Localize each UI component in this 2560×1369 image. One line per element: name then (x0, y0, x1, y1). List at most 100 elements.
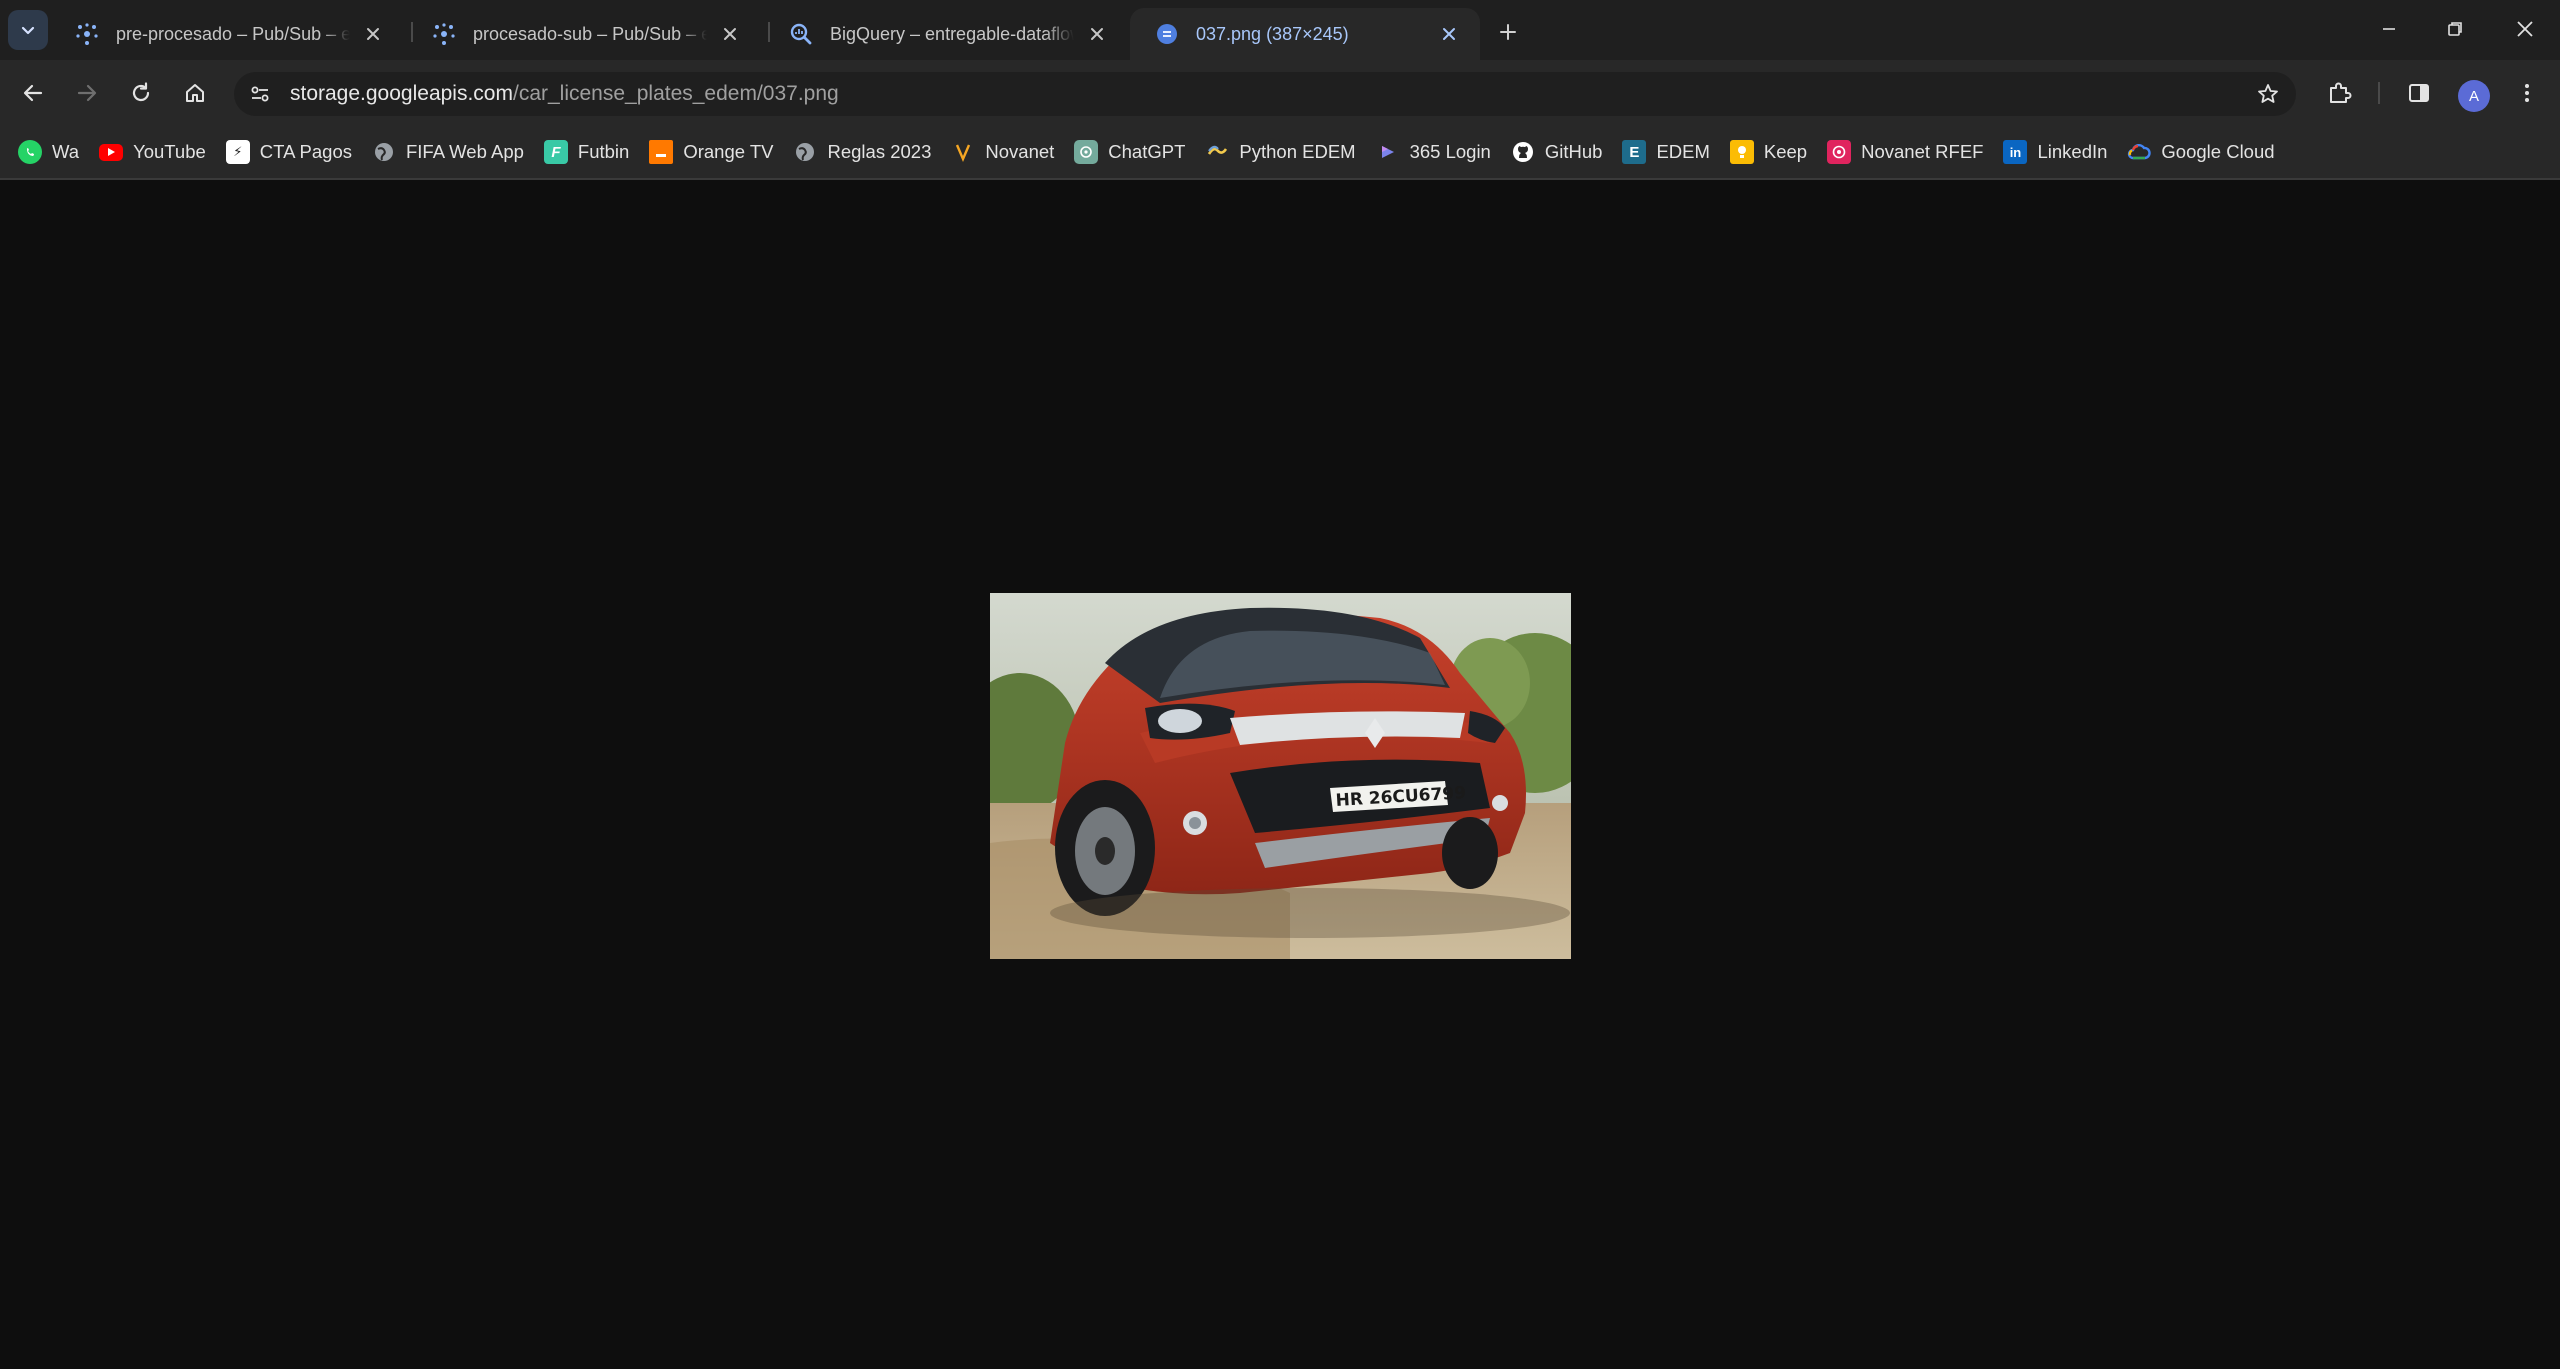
bookmark-reglas-2023[interactable]: Reglas 2023 (791, 132, 941, 172)
close-icon[interactable] (1084, 21, 1110, 47)
pubsub-icon (431, 21, 457, 47)
pubsub-icon (74, 21, 100, 47)
bookmark-novanet-rfef[interactable]: Novanet RFEF (1825, 132, 1993, 172)
bookmark-label: Python EDEM (1239, 141, 1356, 162)
star-icon (2258, 84, 2278, 103)
github-icon (1511, 140, 1535, 164)
python-icon (1205, 140, 1229, 164)
chatgpt-icon (1074, 140, 1099, 164)
restore-icon (2448, 22, 2462, 36)
bookmark-youtube[interactable]: YouTube (97, 132, 216, 172)
rfef-icon (1827, 140, 1852, 164)
new-tab-button[interactable] (1490, 14, 1526, 50)
restore-button[interactable] (2420, 0, 2490, 58)
car-photo: HR 26CU6799 (990, 593, 1571, 959)
bookmark-label: Novanet (985, 141, 1055, 162)
keep-icon (1729, 140, 1754, 164)
office365-icon (1376, 140, 1400, 164)
bookmark-edem[interactable]: E EDEM (1620, 132, 1719, 172)
bookmark-wa[interactable]: Wa (16, 132, 89, 172)
bookmark-futbin[interactable]: F Futbin (542, 132, 639, 172)
tab-037-png[interactable]: 037.png (387×245) (1130, 8, 1480, 60)
minimize-icon (2383, 28, 2395, 30)
toolbar-divider (2378, 82, 2380, 104)
menu-button[interactable] (2506, 72, 2548, 114)
minimize-button[interactable] (2354, 0, 2424, 58)
url-text[interactable]: storage.googleapis.com/car_license_plate… (290, 82, 839, 106)
side-panel-icon (2409, 84, 2429, 102)
close-icon[interactable] (360, 21, 386, 47)
url-path: /car_license_plates_edem/037.png (512, 82, 839, 105)
bookmark-orange-tv[interactable]: Orange TV (647, 132, 783, 172)
orange-icon (649, 140, 674, 164)
edem-icon: E (1622, 140, 1647, 164)
bookmark-fifa-web-app[interactable]: FIFA Web App (370, 132, 534, 172)
bookmark-label: GitHub (1544, 141, 1603, 162)
bookmark-label: YouTube (133, 141, 206, 162)
cta-icon: ⚡ (225, 140, 250, 164)
arrow-right-icon (77, 84, 97, 102)
bookmark-google-cloud[interactable]: Google Cloud (2125, 132, 2284, 172)
bookmark-label: Google Cloud (2161, 141, 2275, 162)
toolbar: storage.googleapis.com/car_license_plate… (0, 60, 2560, 126)
bookmark-label: Reglas 2023 (827, 141, 932, 162)
tab-title: procesado-sub – Pub/Sub – entregable-dat… (473, 23, 707, 44)
tab-search-button[interactable] (8, 10, 48, 50)
youtube-icon (99, 143, 124, 161)
bookmark-label: EDEM (1656, 141, 1710, 162)
back-button[interactable] (12, 72, 54, 114)
bookmark-linkedin[interactable]: in LinkedIn (2001, 132, 2117, 172)
bookmark-label: Orange TV (683, 141, 774, 162)
reload-button[interactable] (120, 72, 162, 114)
bookmark-label: Keep (1763, 141, 1808, 162)
image-file-icon (1154, 21, 1180, 47)
bookmark-label: ChatGPT (1108, 141, 1186, 162)
address-bar[interactable]: storage.googleapis.com/car_license_plate… (234, 72, 2296, 116)
bookmark-label: LinkedIn (2037, 141, 2108, 162)
home-button[interactable] (174, 72, 216, 114)
whatsapp-icon (18, 140, 42, 164)
tab-title: 037.png (387×245) (1196, 23, 1349, 44)
tab-bigquery[interactable]: BigQuery – entregable-dataflow (764, 8, 1128, 60)
extensions-button[interactable] (2318, 72, 2360, 114)
bookmark-label: Novanet RFEF (1861, 141, 1984, 162)
bookmark-chatgpt[interactable]: ChatGPT (1072, 132, 1195, 172)
side-panel-button[interactable] (2398, 72, 2440, 114)
bookmark-keep[interactable]: Keep (1728, 132, 1817, 172)
novanet-icon (951, 140, 975, 164)
linkedin-icon: in (2003, 140, 2028, 164)
arrow-left-icon (23, 84, 43, 102)
bookmark-label: Futbin (577, 141, 630, 162)
plus-icon (1500, 24, 1516, 40)
puzzle-piece-icon (2330, 82, 2352, 103)
url-host: storage.googleapis.com (290, 82, 513, 105)
kebab-menu-icon (2525, 84, 2529, 102)
site-info-button[interactable] (244, 78, 276, 110)
globe-icon (793, 140, 817, 164)
bookmark-python-edem[interactable]: Python EDEM (1203, 132, 1365, 172)
tab-title: pre-procesado – Pub/Sub – entregable-dat… (116, 23, 350, 44)
close-window-button[interactable] (2490, 0, 2560, 58)
close-icon[interactable] (717, 21, 743, 47)
globe-icon (372, 140, 396, 164)
bookmarks-bar: Wa YouTube ⚡ CTA Pagos FIFA Web App F Fu… (0, 126, 2560, 180)
tab-procesado-sub[interactable]: procesado-sub – Pub/Sub – entregable-dat… (407, 8, 761, 60)
close-icon[interactable] (1436, 21, 1462, 47)
close-icon (2517, 21, 2533, 37)
reload-icon (132, 82, 150, 102)
profile-avatar[interactable]: A (2458, 80, 2490, 112)
home-icon (186, 84, 204, 102)
bookmark-label: CTA Pagos (259, 141, 352, 162)
bookmark-cta-pagos[interactable]: ⚡ CTA Pagos (224, 132, 362, 172)
forward-button[interactable] (66, 72, 108, 114)
bookmark-star-button[interactable] (2250, 76, 2286, 112)
bookmark-label: 365 Login (1409, 141, 1491, 162)
tab-title: BigQuery – entregable-dataflow (830, 23, 1074, 44)
bookmark-label: Wa (52, 141, 80, 162)
bookmark-github[interactable]: GitHub (1509, 132, 1613, 172)
tune-icon (251, 86, 269, 102)
tab-pre-procesado[interactable]: pre-procesado – Pub/Sub – entregable-dat… (50, 8, 404, 60)
bookmark-novanet[interactable]: Novanet (949, 132, 1064, 172)
bookmark-365-login[interactable]: 365 Login (1374, 132, 1501, 172)
displayed-image[interactable]: HR 26CU6799 (990, 593, 1571, 959)
